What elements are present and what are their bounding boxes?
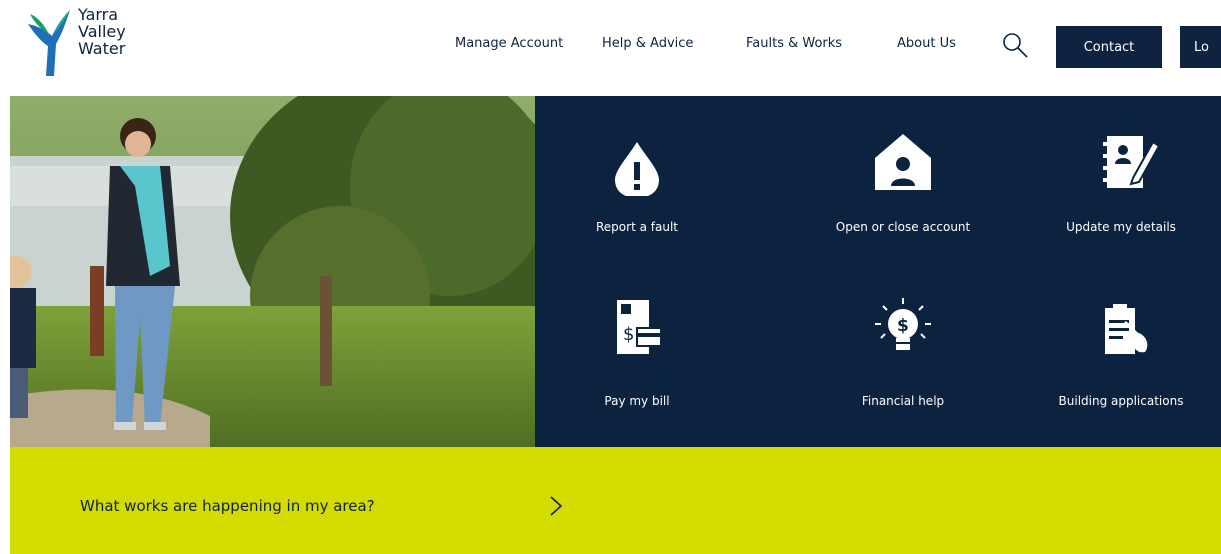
site-header: Yarra Valley Water Manage Account Help &…: [0, 0, 1221, 96]
nav-manage-account[interactable]: Manage Account: [455, 36, 563, 51]
tile-label: Pay my bill: [604, 394, 670, 408]
tile-report-fault[interactable]: Report a fault: [537, 96, 737, 271]
logo-line-1: Yarra: [78, 5, 119, 24]
svg-text:$: $: [897, 316, 909, 336]
search-icon[interactable]: [1000, 30, 1030, 60]
svg-text:$: $: [623, 324, 634, 345]
works-in-area-banner[interactable]: What works are happening in my area?: [10, 447, 1221, 554]
nav-faults-works[interactable]: Faults & Works: [746, 36, 842, 51]
tile-open-close-account[interactable]: Open or close account: [803, 96, 1003, 271]
house-person-icon: [875, 134, 931, 190]
contact-button[interactable]: Contact: [1056, 26, 1162, 68]
tile-building-applications[interactable]: Building applications: [1021, 276, 1221, 447]
tile-financial-help[interactable]: $ Financial help: [803, 276, 1003, 447]
tile-label: Report a fault: [596, 220, 678, 234]
water-drop-alert-icon: [615, 142, 659, 196]
tile-label: Building applications: [1058, 394, 1184, 408]
login-button[interactable]: Lo: [1180, 26, 1221, 68]
nav-help-advice[interactable]: Help & Advice: [602, 36, 693, 51]
tile-pay-bill[interactable]: $ Pay my bill: [537, 276, 737, 447]
quick-links-panel: Report a fault Open or close account Upd…: [535, 96, 1221, 447]
chevron-right-icon[interactable]: [548, 495, 564, 517]
notebook-pen-icon: [1103, 136, 1161, 188]
hero-image: [10, 96, 535, 447]
tile-update-details[interactable]: Update my details: [1021, 96, 1221, 271]
tile-label: Financial help: [861, 394, 945, 408]
hero-scene-image: [10, 96, 535, 447]
clipboard-shovel-icon: [1105, 304, 1148, 354]
main-nav: Manage Account Help & Advice Faults & Wo…: [0, 36, 1221, 60]
lightbulb-dollar-icon: $: [875, 298, 931, 350]
nav-about-us[interactable]: About Us: [897, 36, 956, 51]
banner-text: What works are happening in my area?: [80, 497, 375, 515]
tile-label: Update my details: [1066, 220, 1176, 234]
bill-card-icon: $: [617, 300, 662, 354]
tile-label: Open or close account: [835, 220, 971, 234]
